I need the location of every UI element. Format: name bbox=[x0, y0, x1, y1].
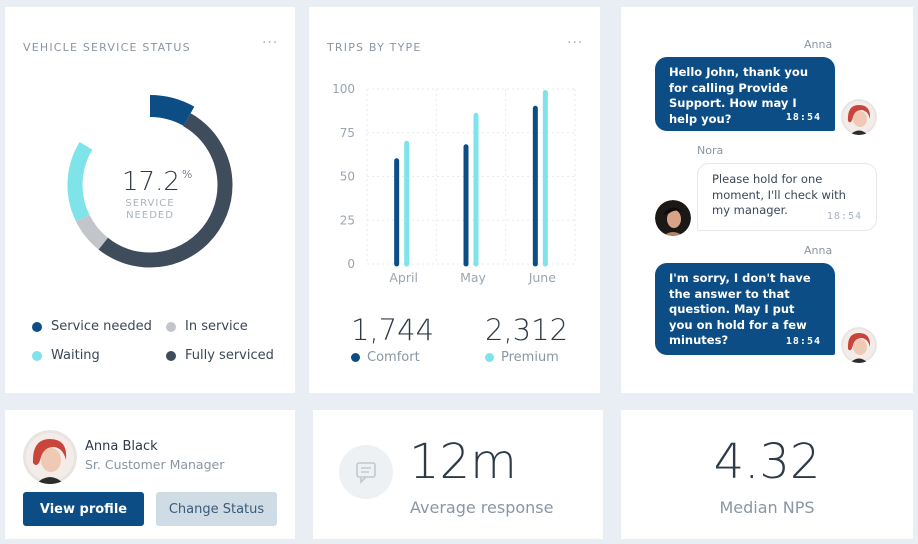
legend-service-needed: Service needed bbox=[32, 319, 152, 334]
y-tick-label: 100 bbox=[332, 82, 355, 96]
message-time: 18:54 bbox=[785, 111, 821, 123]
percent-number: 17.2 bbox=[122, 167, 180, 197]
message-time: 18:54 bbox=[785, 335, 821, 347]
legend-label: Service needed bbox=[51, 319, 152, 334]
legend-fully-serviced: Fully serviced bbox=[166, 348, 274, 363]
message-text: Please hold for one moment, I'll check w… bbox=[712, 172, 846, 217]
service-needed-caption-1: SERVICE bbox=[125, 198, 175, 209]
y-tick-label: 50 bbox=[340, 170, 355, 184]
legend-label: In service bbox=[185, 319, 248, 334]
average-response-label: Average response bbox=[410, 498, 554, 517]
legend-dot bbox=[32, 350, 42, 361]
chat-message: I'm sorry, I don't have the answer to th… bbox=[655, 263, 835, 355]
chat-message: Hello John, thank you for calling Provid… bbox=[655, 57, 835, 131]
profile-avatar bbox=[23, 430, 77, 484]
legend-dot bbox=[485, 353, 494, 362]
percent-sign: % bbox=[181, 168, 193, 181]
legend-dot bbox=[32, 321, 42, 332]
legend-label: Fully serviced bbox=[185, 348, 274, 363]
chat-bubble-icon bbox=[339, 445, 393, 499]
change-status-button[interactable]: Change Status bbox=[156, 492, 277, 526]
avatar bbox=[841, 327, 877, 363]
trips-by-type-card: TRIPS BY TYPE ··· 0 25 50 75 100 April May June… bbox=[309, 7, 600, 393]
sender-name: Anna bbox=[804, 244, 833, 257]
chat-card: Anna Hello John, thank you for calling P… bbox=[621, 7, 913, 393]
chat-message: Please hold for one moment, I'll check w… bbox=[697, 163, 877, 231]
profile-role: Sr. Customer Manager bbox=[85, 457, 225, 472]
median-nps-label: Median NPS bbox=[719, 498, 815, 517]
y-tick-label: 0 bbox=[347, 257, 355, 271]
y-tick-label: 75 bbox=[340, 126, 355, 140]
sender-name: Anna bbox=[804, 38, 833, 51]
median-nps-value: 4.32 bbox=[713, 434, 821, 490]
legend-label: Waiting bbox=[51, 348, 100, 363]
service-percent-value: 17.2% bbox=[122, 167, 192, 197]
legend-waiting: Waiting bbox=[32, 348, 100, 363]
x-tick-label: April bbox=[389, 270, 418, 285]
comfort-legend: Comfort bbox=[351, 350, 420, 365]
average-response-value: 12m bbox=[409, 434, 517, 490]
premium-total: 2,312 bbox=[485, 313, 569, 347]
average-response-card: 12m Average response bbox=[313, 410, 603, 539]
legend-dot bbox=[351, 353, 360, 362]
vehicle-service-status-card: VEHICLE SERVICE STATUS ··· 17.2% SERVICE… bbox=[5, 7, 295, 393]
avatar bbox=[841, 99, 877, 135]
legend-dot bbox=[166, 321, 176, 332]
comfort-label: Comfort bbox=[367, 350, 420, 365]
median-nps-card: 4.32 Median NPS bbox=[621, 410, 913, 539]
message-time: 18:54 bbox=[826, 210, 862, 222]
premium-legend: Premium bbox=[485, 350, 559, 365]
avatar bbox=[655, 200, 691, 236]
legend-dot bbox=[166, 350, 176, 361]
profile-card: Anna Black Sr. Customer Manager View pro… bbox=[5, 410, 295, 539]
view-profile-button[interactable]: View profile bbox=[23, 492, 144, 526]
x-tick-label: June bbox=[528, 270, 557, 285]
premium-label: Premium bbox=[501, 350, 559, 365]
service-donut-chart bbox=[60, 95, 240, 275]
legend-in-service: In service bbox=[166, 319, 248, 334]
profile-name: Anna Black bbox=[85, 439, 158, 454]
comfort-total: 1,744 bbox=[351, 313, 435, 347]
x-tick-label: May bbox=[460, 270, 486, 285]
service-needed-caption-2: NEEDED bbox=[126, 210, 174, 221]
y-tick-label: 25 bbox=[340, 213, 355, 227]
trips-bar-chart: 0 25 50 75 100 April May June bbox=[332, 82, 576, 285]
sender-name: Nora bbox=[697, 144, 724, 157]
